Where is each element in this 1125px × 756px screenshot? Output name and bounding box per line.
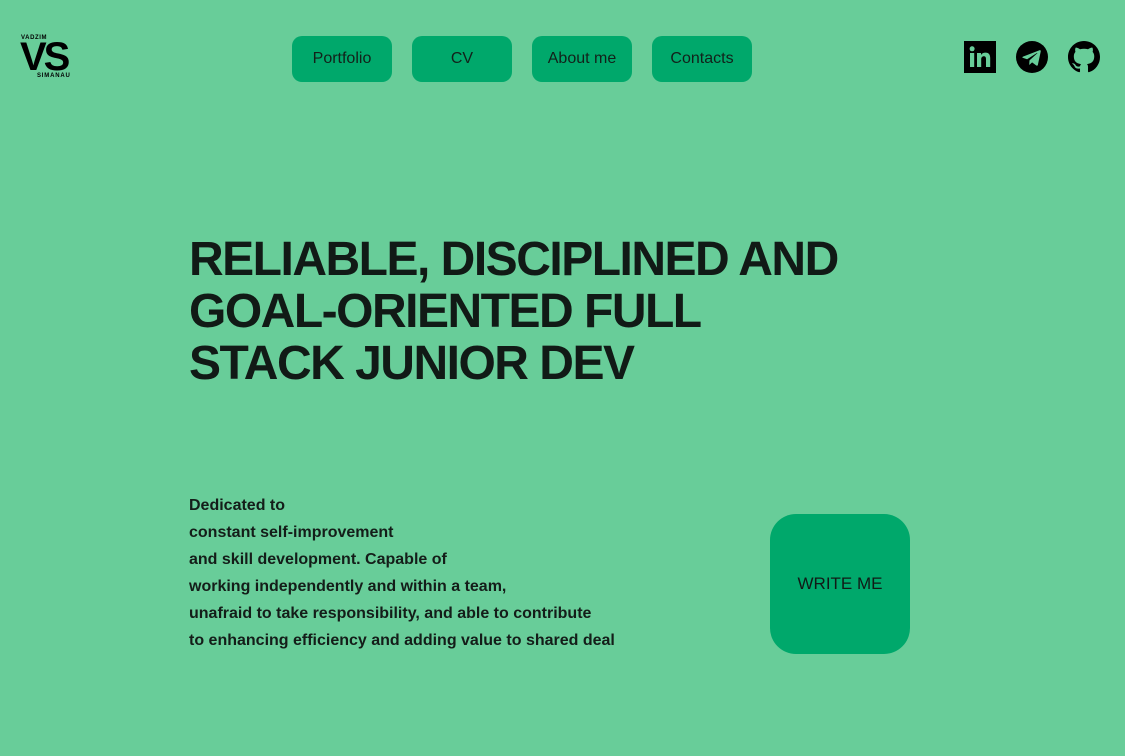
hero-heading: RELIABLE, DISCIPLINED AND GOAL-ORIENTED … <box>189 234 909 390</box>
nav-about-button[interactable]: About me <box>532 36 632 82</box>
main-nav: Portfolio CV About me Contacts <box>292 36 752 82</box>
github-icon[interactable] <box>1068 41 1100 73</box>
write-me-button[interactable]: WRITE ME <box>770 514 910 654</box>
description: Dedicated to constant self-improvement a… <box>189 492 649 654</box>
logo-monogram: VS <box>20 35 70 79</box>
logo-bottom-name: SIMANAU <box>37 73 71 79</box>
nav-contacts-button[interactable]: Contacts <box>652 36 752 82</box>
nav-portfolio-button[interactable]: Portfolio <box>292 36 392 82</box>
description-line: to enhancing efficiency and adding value… <box>189 632 615 649</box>
telegram-icon[interactable] <box>1016 41 1048 73</box>
logo[interactable]: VADZIM VS SIMANAU <box>20 34 82 84</box>
description-line: working independently and within a team, <box>189 578 507 595</box>
linkedin-icon[interactable] <box>964 41 996 73</box>
hero-line: RELIABLE, DISCIPLINED AND <box>189 233 839 286</box>
description-line: constant self-improvement <box>189 524 394 541</box>
hero-line: GOAL-ORIENTED FULL <box>189 285 702 338</box>
hero-line: STACK JUNIOR DEV <box>189 337 635 390</box>
nav-cv-button[interactable]: CV <box>412 36 512 82</box>
description-line: Dedicated to <box>189 497 286 514</box>
description-line: unafraid to take responsibility, and abl… <box>189 605 592 622</box>
description-line: and skill development. Capable of <box>189 551 447 568</box>
social-links <box>964 41 1100 73</box>
